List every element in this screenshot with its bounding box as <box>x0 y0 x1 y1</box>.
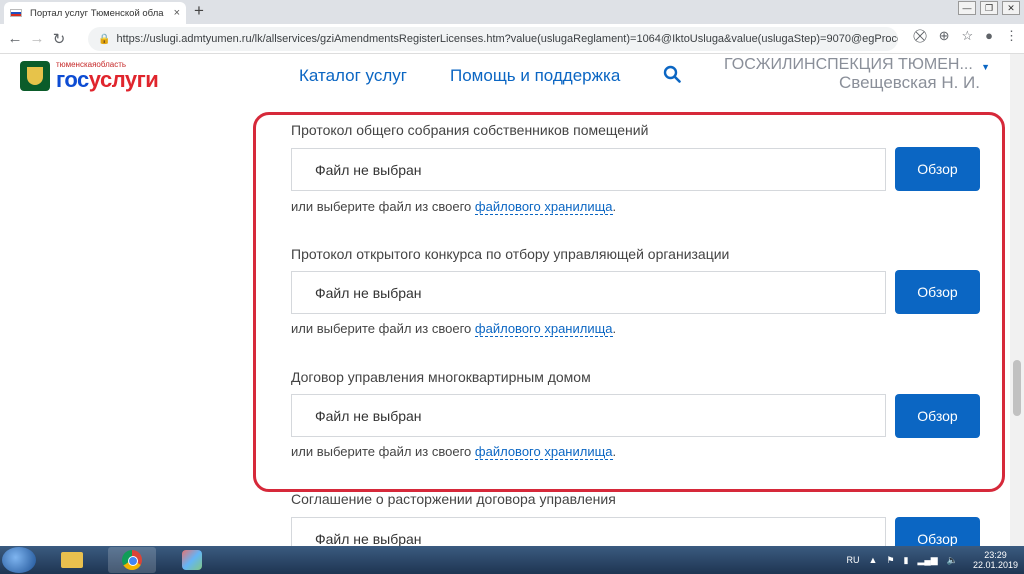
flag-icon[interactable]: ⚑ <box>886 555 894 566</box>
account-icon[interactable]: ● <box>985 28 993 44</box>
file-storage-link[interactable]: файлового хранилища <box>474 199 613 215</box>
tray-expand-icon[interactable]: ▲ <box>869 555 878 565</box>
start-button-icon[interactable] <box>2 547 36 573</box>
folder-icon <box>61 552 83 568</box>
browser-tab[interactable]: Портал услуг Тюменской обла × <box>4 2 186 24</box>
field-label-termination-agreement: Соглашение о расторжении договора управл… <box>291 491 616 507</box>
chevron-down-icon[interactable]: ▼ <box>981 62 990 72</box>
file-input-meeting-protocol[interactable]: Файл не выбран <box>291 148 886 191</box>
new-tab-button[interactable]: + <box>194 1 204 21</box>
file-input-management-contract[interactable]: Файл не выбран <box>291 394 886 437</box>
minimize-icon[interactable]: — <box>958 1 976 15</box>
browse-button[interactable]: Обзор <box>895 147 980 191</box>
browse-button[interactable]: Обзор <box>895 270 980 314</box>
network-icon[interactable]: ▂▄▆ <box>918 555 938 566</box>
clock[interactable]: 23:29 22.01.2019 <box>973 550 1018 570</box>
paint-icon <box>182 550 202 570</box>
close-window-icon[interactable]: ✕ <box>1002 1 1020 15</box>
file-storage-link[interactable]: файлового хранилища <box>474 444 613 460</box>
search-icon[interactable] <box>663 65 681 83</box>
chrome-icon <box>122 550 142 570</box>
browse-button[interactable]: Обзор <box>895 394 980 438</box>
file-input-tender-protocol[interactable]: Файл не выбран <box>291 271 886 314</box>
volume-icon[interactable]: 🔈 <box>947 555 958 566</box>
scrollbar-thumb[interactable] <box>1013 360 1021 416</box>
file-input-termination-agreement[interactable]: Файл не выбран <box>291 517 886 546</box>
forward-icon[interactable]: → <box>26 30 48 47</box>
toolbar-icons: ⛒ ⊕ ☆ ● ⋮ <box>913 28 1018 44</box>
back-icon[interactable]: ← <box>4 30 26 47</box>
url-text: https://uslugi.admtyumen.ru/lk/allservic… <box>116 33 898 45</box>
main-content: Протокол общего собрания собственников п… <box>0 102 1010 546</box>
page-scrollbar[interactable] <box>1010 54 1024 546</box>
windows-taskbar: RU ▲ ⚑ ▮ ▂▄▆ 🔈 23:29 22.01.2019 <box>0 546 1024 574</box>
logo-text: госуслуги <box>56 67 159 92</box>
taskbar-paint[interactable] <box>168 547 216 573</box>
file-storage-link[interactable]: файлового хранилища <box>474 321 613 337</box>
favicon-flag-icon <box>10 9 22 17</box>
extension-icon[interactable]: ⛒ <box>913 28 926 44</box>
storage-hint: или выберите файл из своего файлового хр… <box>291 444 617 460</box>
field-label-meeting-protocol: Протокол общего собрания собственников п… <box>291 122 649 138</box>
language-indicator[interactable]: RU <box>847 555 860 565</box>
site-header: тюменскаяобласть госуслуги Каталог услуг… <box>0 54 1024 102</box>
field-label-management-contract: Договор управления многоквартирным домом <box>291 369 591 385</box>
clock-time: 23:29 <box>984 550 1007 560</box>
browser-toolbar: ← → ↻ 🔒 https://uslugi.admtyumen.ru/lk/a… <box>0 24 1024 54</box>
reload-icon[interactable]: ↻ <box>48 30 70 48</box>
window-controls: — ❐ ✕ <box>958 1 1020 15</box>
gosuslugi-logo[interactable]: тюменскаяобласть госуслуги <box>20 60 159 92</box>
browser-tab-strip: Портал услуг Тюменской обла × + — ❐ ✕ <box>0 0 1024 24</box>
zoom-icon[interactable]: ⊕ <box>939 28 950 44</box>
tab-title: Портал услуг Тюменской обла <box>30 7 164 19</box>
storage-hint: или выберите файл из своего файлового хр… <box>291 321 617 337</box>
power-icon[interactable]: ▮ <box>904 555 909 566</box>
restore-icon[interactable]: ❐ <box>980 1 998 15</box>
taskbar-chrome[interactable] <box>108 547 156 573</box>
field-label-tender-protocol: Протокол открытого конкурса по отбору уп… <box>291 246 730 262</box>
browse-button[interactable]: Обзор <box>895 517 980 546</box>
organization-name[interactable]: ГОСЖИЛИНСПЕКЦИЯ ТЮМЕН... <box>724 56 994 74</box>
user-name[interactable]: Свещевская Н. И. <box>839 73 980 93</box>
region-emblem-icon <box>20 60 50 91</box>
address-bar[interactable]: 🔒 https://uslugi.admtyumen.ru/lk/allserv… <box>88 27 898 51</box>
lock-icon: 🔒 <box>98 33 111 45</box>
clock-date: 22.01.2019 <box>972 560 1018 570</box>
nav-catalog-link[interactable]: Каталог услуг <box>299 66 407 86</box>
system-tray: RU ▲ ⚑ ▮ ▂▄▆ 🔈 23:29 22.01.2019 <box>847 546 1024 574</box>
bookmark-star-icon[interactable]: ☆ <box>961 28 973 44</box>
menu-icon[interactable]: ⋮ <box>1005 28 1018 44</box>
nav-help-link[interactable]: Помощь и поддержка <box>450 66 620 86</box>
storage-hint: или выберите файл из своего файлового хр… <box>291 199 617 215</box>
taskbar-explorer[interactable] <box>48 547 96 573</box>
tab-close-icon[interactable]: × <box>174 7 180 19</box>
